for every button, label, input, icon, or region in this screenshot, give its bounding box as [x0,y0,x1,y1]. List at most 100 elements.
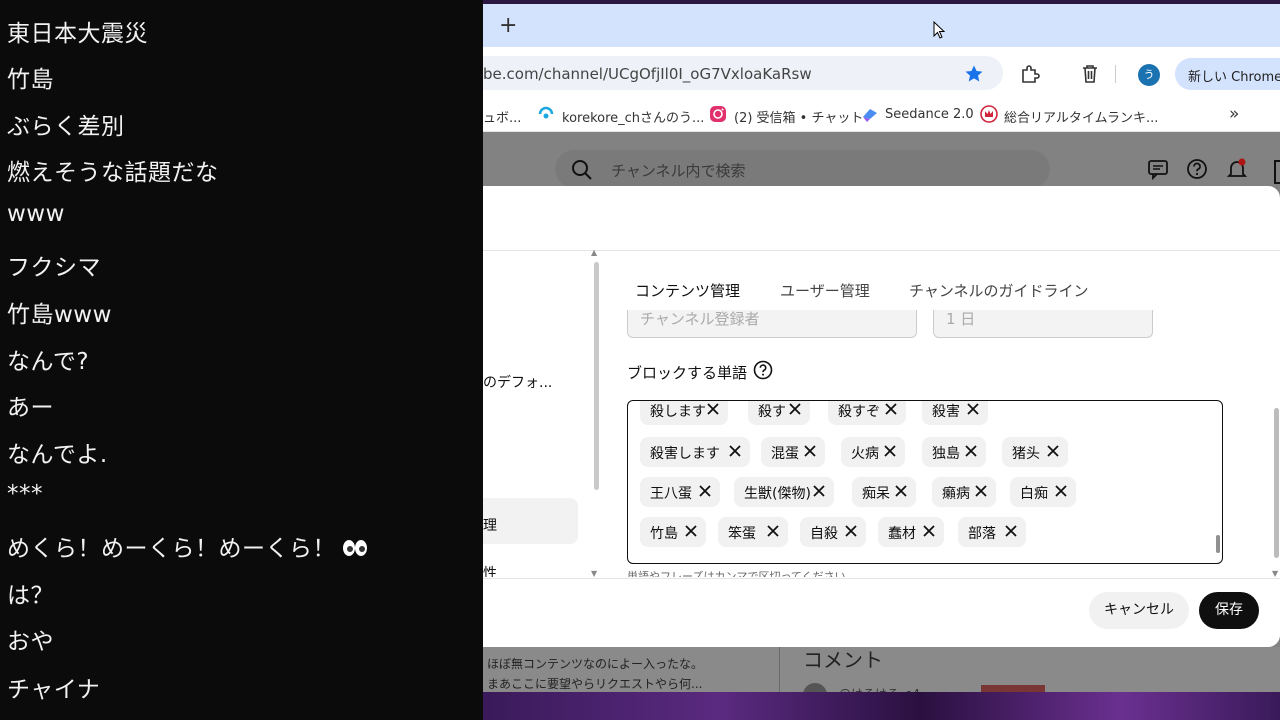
bookmark-item[interactable]: 総合リアルタイムランキ... [1004,107,1158,126]
stream-icon [538,106,554,119]
chip-label: 部落 [968,526,996,542]
close-icon[interactable] [892,482,910,500]
sidebar-item-manage[interactable]: 理 [483,515,497,535]
sidebar-item-selected[interactable] [483,498,578,544]
tab-content-management[interactable]: コンテンツ管理 [635,280,740,301]
bookmark-item[interactable]: ュボ... [483,107,521,126]
profile-avatar[interactable]: う [1138,64,1160,86]
close-icon[interactable] [881,442,899,460]
blocked-words-input[interactable]: 殺します 殺す 殺すぞ 殺害 殺害します 混蛋 火病 独島 猪头 王八蛋 生獣(… [627,400,1223,564]
page-bottom-content: ほぼ無コンテンツなのによー入ったな。 まあここに要望やらリクエストやら何... … [483,647,1280,707]
close-icon[interactable] [704,400,722,418]
feedback-icon[interactable] [1147,158,1169,180]
channel-search-input[interactable]: チャンネル内で検索 [555,150,1050,188]
help-circle-icon[interactable] [1186,158,1208,180]
extensions-puzzle-icon[interactable] [1020,64,1040,84]
eyes-emoji-icon [343,540,367,556]
blocked-word-chip: 火病 [841,437,905,467]
crown-icon [980,105,998,123]
chat-message: チャイナ [7,677,101,703]
chip-label: 白痴 [1020,486,1048,502]
close-icon[interactable] [801,442,819,460]
blocked-words-hint: 単語やフレーズはカンマで区切ってください。 [627,570,857,577]
chip-label: 殺すぞ [838,404,880,420]
chip-label: 王八蛋 [650,486,692,502]
search-placeholder: チャンネル内で検索 [611,162,746,180]
chat-message: なんで? [7,349,90,375]
close-icon[interactable] [764,522,782,540]
close-icon[interactable] [882,400,900,418]
duration-dropdown[interactable]: 1 日 [933,310,1153,338]
close-icon[interactable] [1044,442,1062,460]
chat-message: あー [7,395,54,421]
bookmark-item[interactable]: (2) 受信箱 • チャット [734,107,863,126]
create-button-edge[interactable] [1274,160,1280,184]
chip-label: 独島 [932,446,960,462]
bookmark-item[interactable]: korekore_chさんのう... [562,107,704,126]
blocked-words-scrollbar[interactable] [1216,535,1220,553]
blocked-word-chip: 蠢材 [878,517,944,547]
bookmark-star-icon[interactable] [964,64,984,84]
close-icon[interactable] [1052,482,1070,500]
chip-label: 殺害 [932,404,960,420]
scroll-up-arrow-icon[interactable]: ▲ [591,248,597,257]
sidebar-scrollbar[interactable] [594,262,599,490]
close-icon[interactable] [786,400,804,418]
blocked-word-chip: 独島 [922,437,986,467]
close-icon[interactable] [1002,522,1020,540]
chat-message: なんでよ. [7,442,108,468]
new-chrome-available-button[interactable]: 新しい Chrome を [1175,58,1280,90]
close-icon[interactable] [920,522,938,540]
cancel-button[interactable]: キャンセル [1089,592,1189,629]
notifications-bell-icon[interactable] [1226,158,1248,180]
chat-message: ぶらく差別 [7,114,125,140]
toolbar-divider [1115,65,1116,83]
close-icon[interactable] [964,400,982,418]
help-icon[interactable] [753,360,773,380]
url-text[interactable]: be.com/channel/UCgOfjIl0I_oG7VxloaKaRsw [483,65,812,83]
tab-channel-guidelines[interactable]: チャンネルのガイドライン [909,280,1089,301]
close-icon[interactable] [682,522,700,540]
close-icon[interactable] [972,482,990,500]
trash-icon[interactable] [1081,64,1099,84]
chip-label: 混蛋 [771,446,799,462]
scroll-down-arrow-icon[interactable]: ▼ [1272,569,1278,578]
bookmark-item[interactable]: Seedance 2.0 [885,107,974,122]
save-button[interactable]: 保存 [1199,592,1259,629]
dialog-footer-divider [483,578,1280,579]
column-divider [779,647,780,692]
blocked-word-chip: 生獣(傑物) [734,477,834,507]
chip-label: 蠢材 [888,526,916,542]
chat-message: めくら！めーくら！めーくら！ [7,529,368,563]
chip-label: 癩病 [942,486,970,502]
close-icon[interactable] [842,522,860,540]
more-bookmarks-button[interactable]: » [1229,104,1239,124]
dialog-header-divider [483,250,1280,251]
blocked-word-chip: 殺害 [922,400,988,425]
content-scrollbar[interactable] [1274,408,1279,558]
blocked-word-chip: 混蛋 [761,437,825,467]
sidebar-item-defaults[interactable]: のデフォ... [483,372,552,392]
browser-window: + be.com/channel/UCgOfjIl0I_oG7VxloaKaRs… [483,0,1280,720]
chip-label: 猪头 [1012,446,1040,462]
new-tab-button[interactable]: + [499,13,517,38]
subscriber-dropdown[interactable]: チャンネル登録者 [627,310,917,338]
decorative-background-strip [483,692,1280,720]
close-icon[interactable] [726,442,744,460]
chat-message: 竹島 [7,67,54,93]
chip-label: 殺します [650,404,706,420]
chat-message: おや [7,629,54,655]
chip-label: 痴呆 [862,486,890,502]
mouse-cursor-icon [933,21,945,39]
bookmarks-bar: ュボ... korekore_chさんのう... (2) 受信箱 • チャット … [483,99,1280,132]
chip-label: 殺害します [650,446,720,462]
close-icon[interactable] [810,482,828,500]
tab-user-management[interactable]: ユーザー管理 [780,280,870,301]
close-icon[interactable] [962,442,980,460]
scroll-down-arrow-icon[interactable]: ▼ [591,569,597,578]
close-icon[interactable] [696,482,714,500]
settings-dialog: のデフォ... 理 性 ▲ ▼ コンテンツ管理 ユーザー管理 チャンネルのガイド… [483,186,1280,647]
sidebar-item-bottom[interactable]: 性 [483,563,497,577]
blocked-word-chip: 部落 [958,517,1026,547]
chat-message: 燃えそうな話題だな [7,160,219,186]
